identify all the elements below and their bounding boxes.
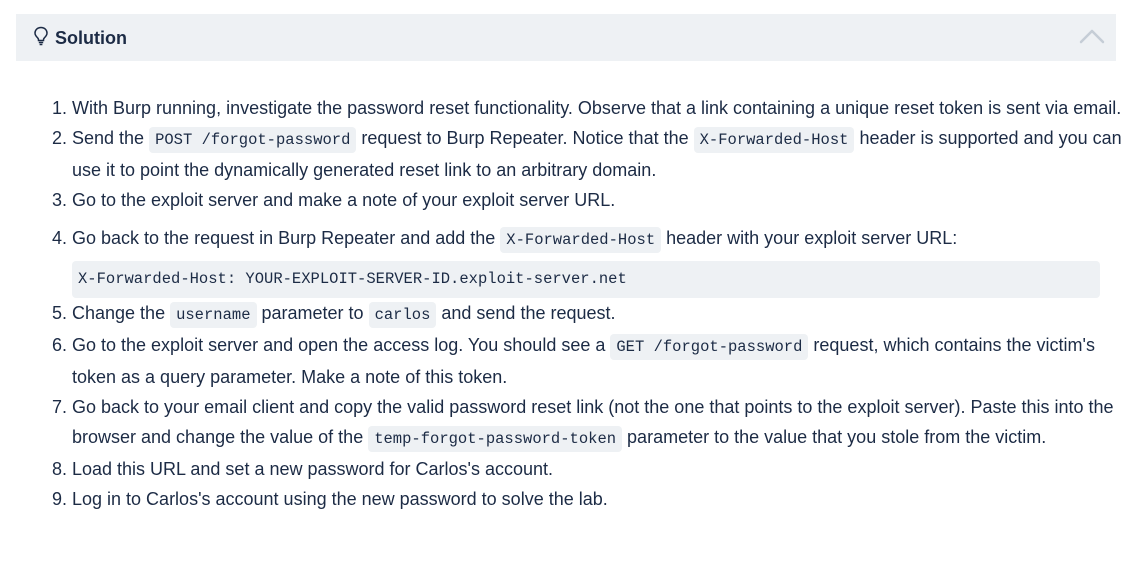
step-text: Log in to Carlos's account using the new… (72, 489, 608, 509)
solution-header[interactable]: Solution (16, 14, 1116, 61)
step-text: Send the (72, 128, 150, 148)
step-item: Log in to Carlos's account using the new… (72, 484, 1132, 514)
step-text: request to Burp Repeater. Notice that th… (356, 128, 694, 148)
step-item: Send the POST /forgot-password request t… (72, 123, 1132, 185)
step-item: With Burp running, investigate the passw… (72, 93, 1132, 123)
lightbulb-icon (34, 26, 48, 46)
code-block: X-Forwarded-Host: YOUR-EXPLOIT-SERVER-ID… (72, 261, 1100, 298)
step-text: Change the (72, 303, 171, 323)
inline-code: X-Forwarded-Host (693, 127, 855, 153)
step-item: Go to the exploit server and make a note… (72, 185, 1132, 215)
inline-code: X-Forwarded-Host (500, 227, 662, 253)
step-item: Go back to your email client and copy th… (72, 392, 1132, 454)
step-item: Go back to the request in Burp Repeater … (72, 223, 1132, 298)
step-item: Load this URL and set a new password for… (72, 454, 1132, 484)
solution-title: Solution (55, 28, 127, 48)
inline-code: POST /forgot-password (149, 127, 357, 153)
step-text: parameter to the value that you stole fr… (622, 427, 1047, 447)
step-text: and send the request. (436, 303, 616, 323)
step-text: With Burp running, investigate the passw… (72, 98, 1122, 118)
step-text: parameter to (256, 303, 369, 323)
inline-code: temp-forgot-password-token (368, 426, 623, 452)
inline-code: username (170, 302, 257, 328)
step-item: Change the username parameter to carlos … (72, 298, 1132, 330)
step-text: header with your exploit server URL: (661, 228, 958, 248)
solution-steps: With Burp running, investigate the passw… (31, 93, 1132, 514)
step-text: Go back to the request in Burp Repeater … (72, 228, 501, 248)
step-item: Go to the exploit server and open the ac… (72, 330, 1132, 392)
step-text: Go to the exploit server and open the ac… (72, 335, 611, 355)
step-text: Go to the exploit server and make a note… (72, 190, 616, 210)
step-text: Load this URL and set a new password for… (72, 459, 554, 479)
chevron-up-icon[interactable] (1079, 27, 1105, 45)
inline-code: GET /forgot-password (610, 334, 809, 360)
inline-code: carlos (368, 302, 437, 328)
